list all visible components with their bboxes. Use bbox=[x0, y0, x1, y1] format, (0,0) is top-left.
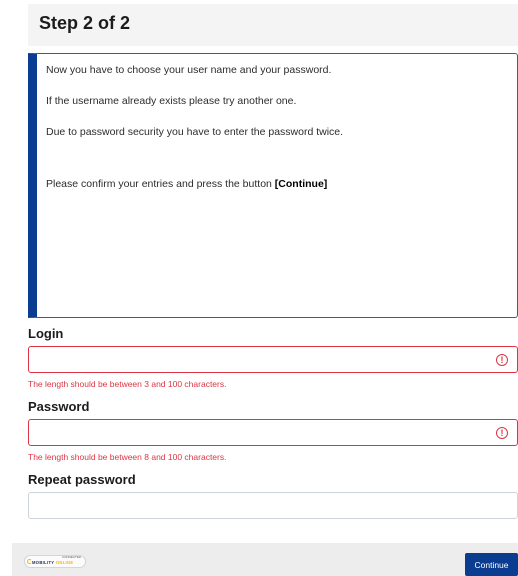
password-input[interactable] bbox=[29, 420, 517, 445]
instruction-line-2: If the username already exists please tr… bbox=[46, 95, 297, 107]
password-field-wrapper: ! bbox=[28, 419, 518, 446]
instruction-line-1: Now you have to choose your user name an… bbox=[46, 64, 332, 76]
step-header: Step 2 of 2 bbox=[28, 4, 518, 46]
page-title: Step 2 of 2 bbox=[39, 13, 131, 33]
repeat-password-field-wrapper bbox=[28, 492, 518, 519]
exclamation-circle-icon: ! bbox=[496, 427, 508, 439]
instruction-button-reference: [Continue] bbox=[274, 178, 328, 190]
logo-main-text: MOBILITY ONLINE bbox=[32, 560, 73, 565]
instruction-line-4: Please confirm your entries and press th… bbox=[46, 178, 327, 190]
password-label: Password bbox=[28, 399, 90, 414]
instruction-line-3: Due to password security you have to ent… bbox=[46, 126, 344, 138]
exclamation-circle-icon: ! bbox=[496, 354, 508, 366]
login-input[interactable] bbox=[29, 347, 517, 372]
repeat-password-label: Repeat password bbox=[28, 472, 136, 487]
login-field-wrapper: ! bbox=[28, 346, 518, 373]
repeat-password-input[interactable] bbox=[29, 493, 517, 518]
login-error-message: The length should be between 3 and 100 c… bbox=[28, 379, 227, 389]
instruction-line-4-text: Please confirm your entries and press th… bbox=[46, 178, 275, 190]
continue-button[interactable]: Continue bbox=[465, 553, 518, 576]
connected-mobility-online-logo: CONNECTED MOBILITY ONLINE bbox=[24, 555, 86, 568]
logo-small-text: CONNECTED bbox=[62, 555, 82, 559]
footer-bar: CONNECTED MOBILITY ONLINE Continue bbox=[12, 543, 518, 576]
password-error-message: The length should be between 8 and 100 c… bbox=[28, 452, 227, 462]
logo-mobility-text: MOBILITY bbox=[32, 560, 55, 565]
instructions-panel: Now you have to choose your user name an… bbox=[28, 53, 518, 318]
logo-online-text: ONLINE bbox=[55, 560, 74, 565]
login-label: Login bbox=[28, 326, 64, 341]
